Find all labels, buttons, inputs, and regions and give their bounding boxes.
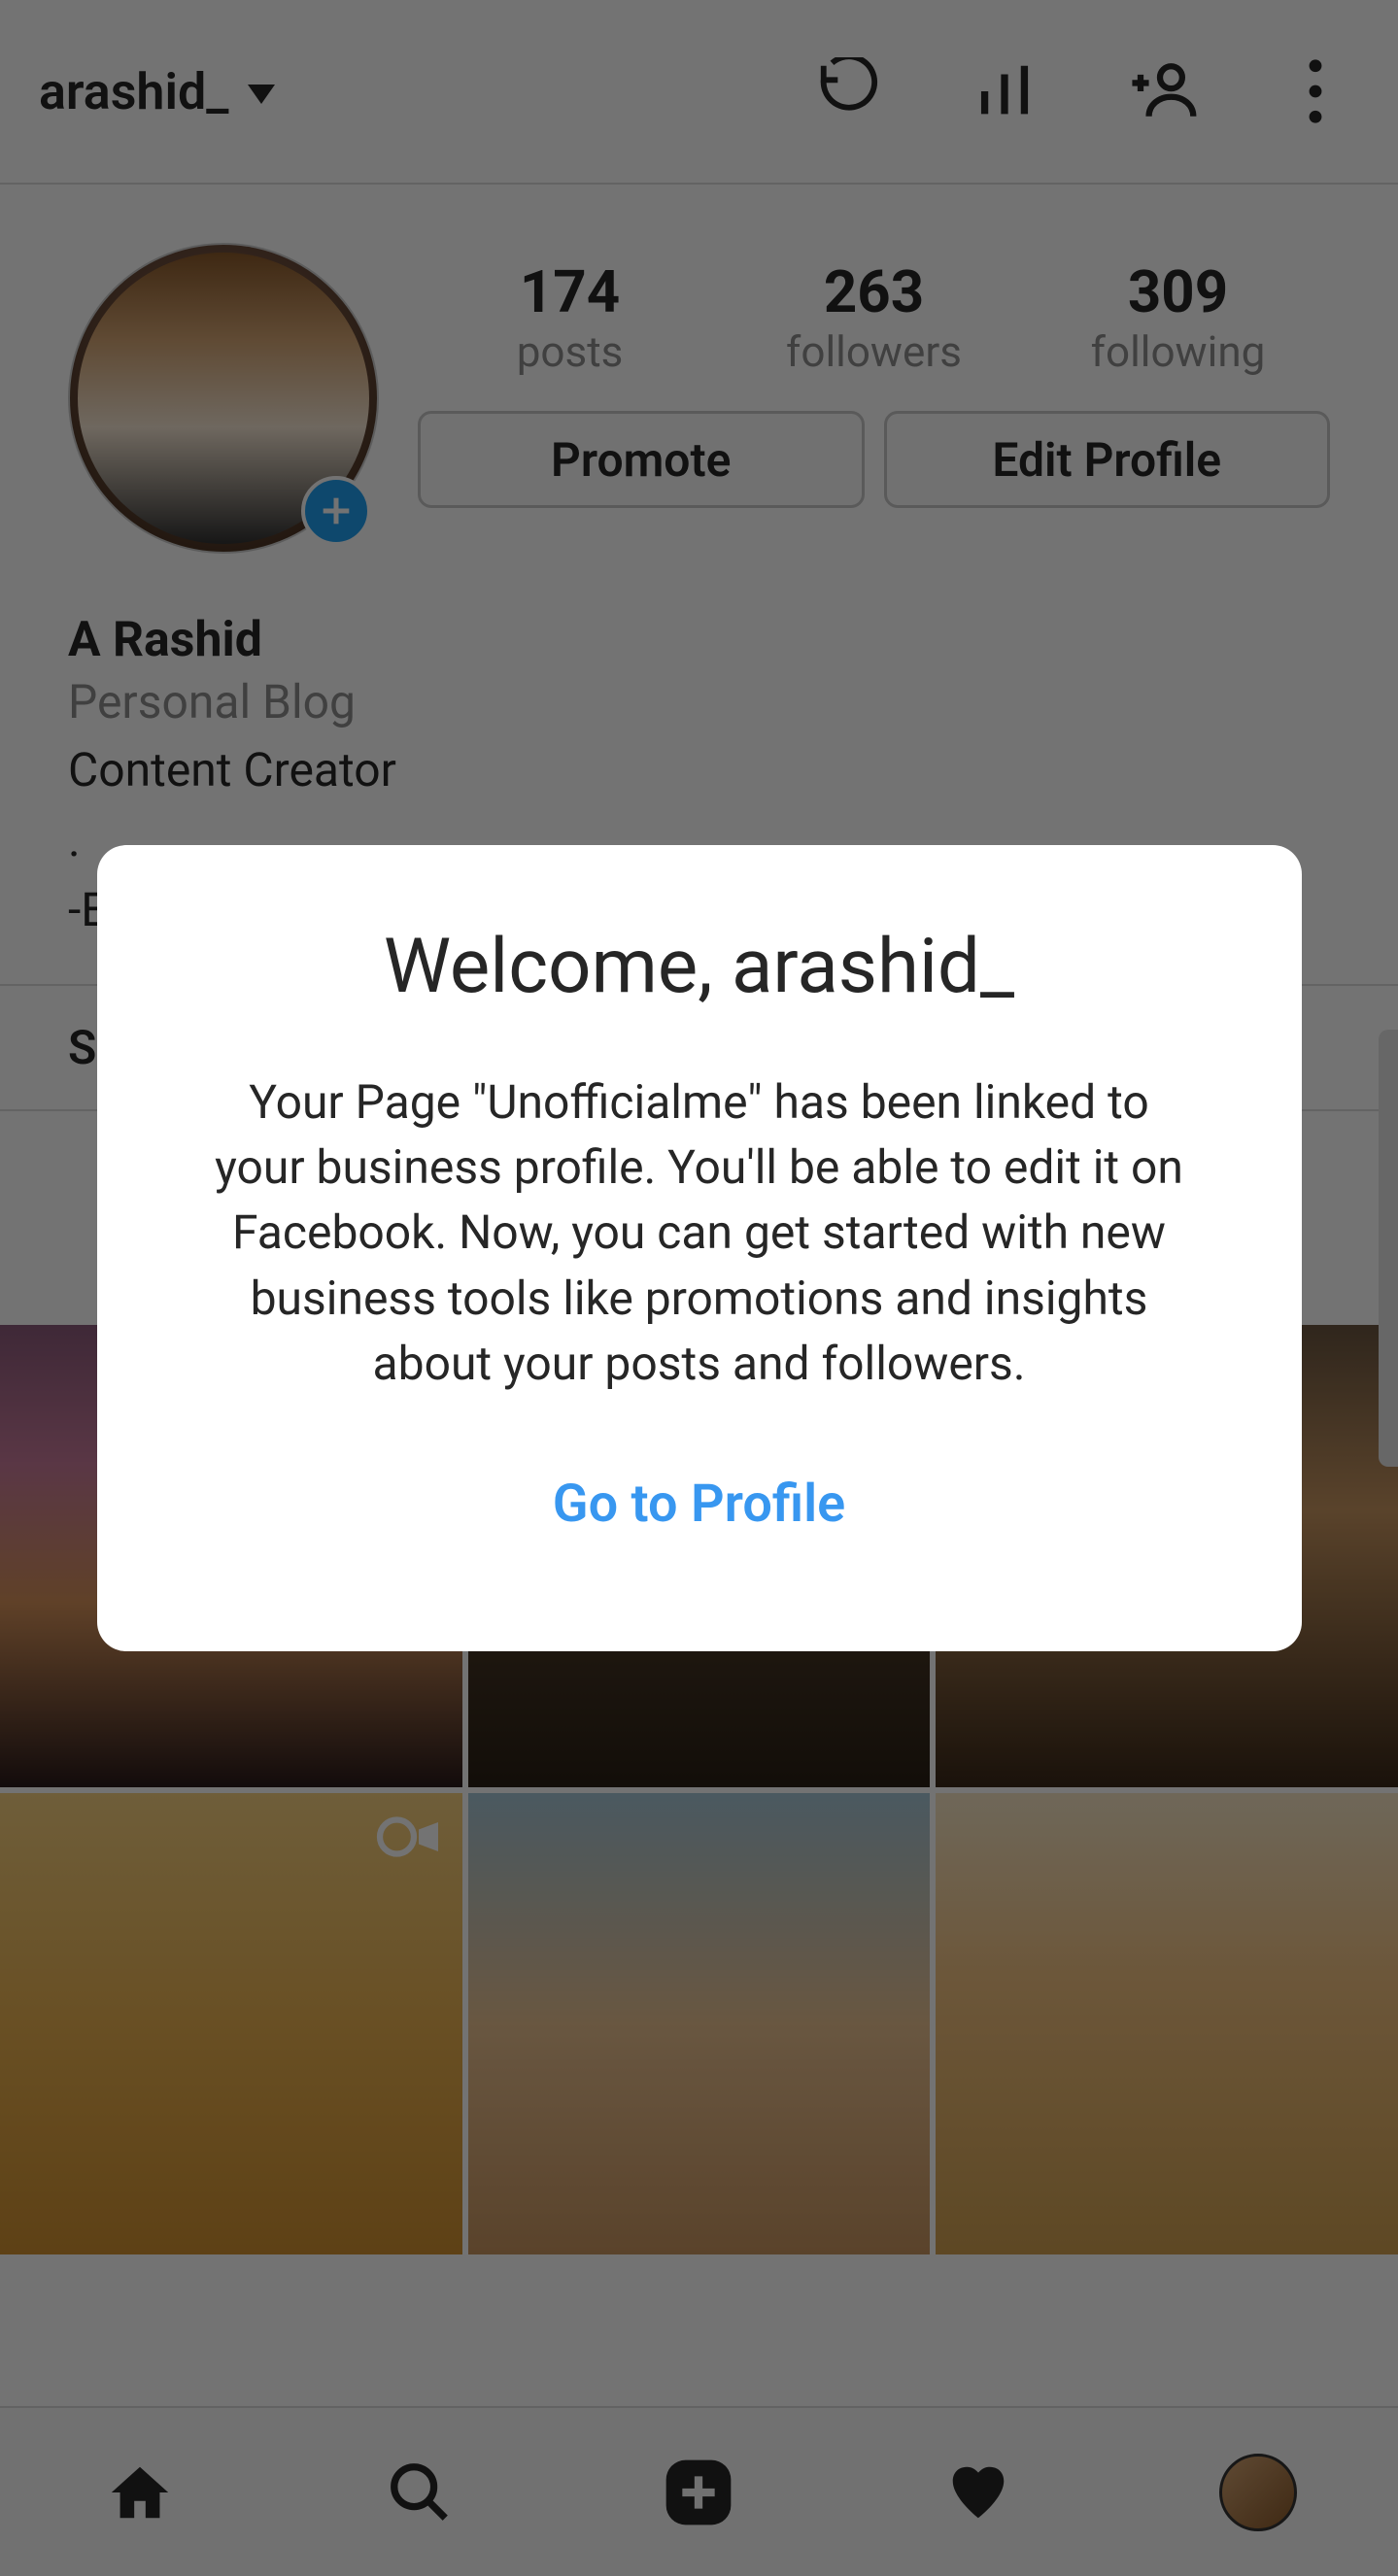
welcome-modal: Welcome, arashid_ Your Page "Unofficialm…	[97, 845, 1302, 1651]
modal-overlay[interactable]: Welcome, arashid_ Your Page "Unofficialm…	[0, 0, 1398, 2576]
modal-title: Welcome, arashid_	[214, 923, 1185, 1011]
modal-body: Your Page "Unofficialme" has been linked…	[214, 1069, 1185, 1396]
go-to-profile-link[interactable]: Go to Profile	[214, 1474, 1185, 1535]
